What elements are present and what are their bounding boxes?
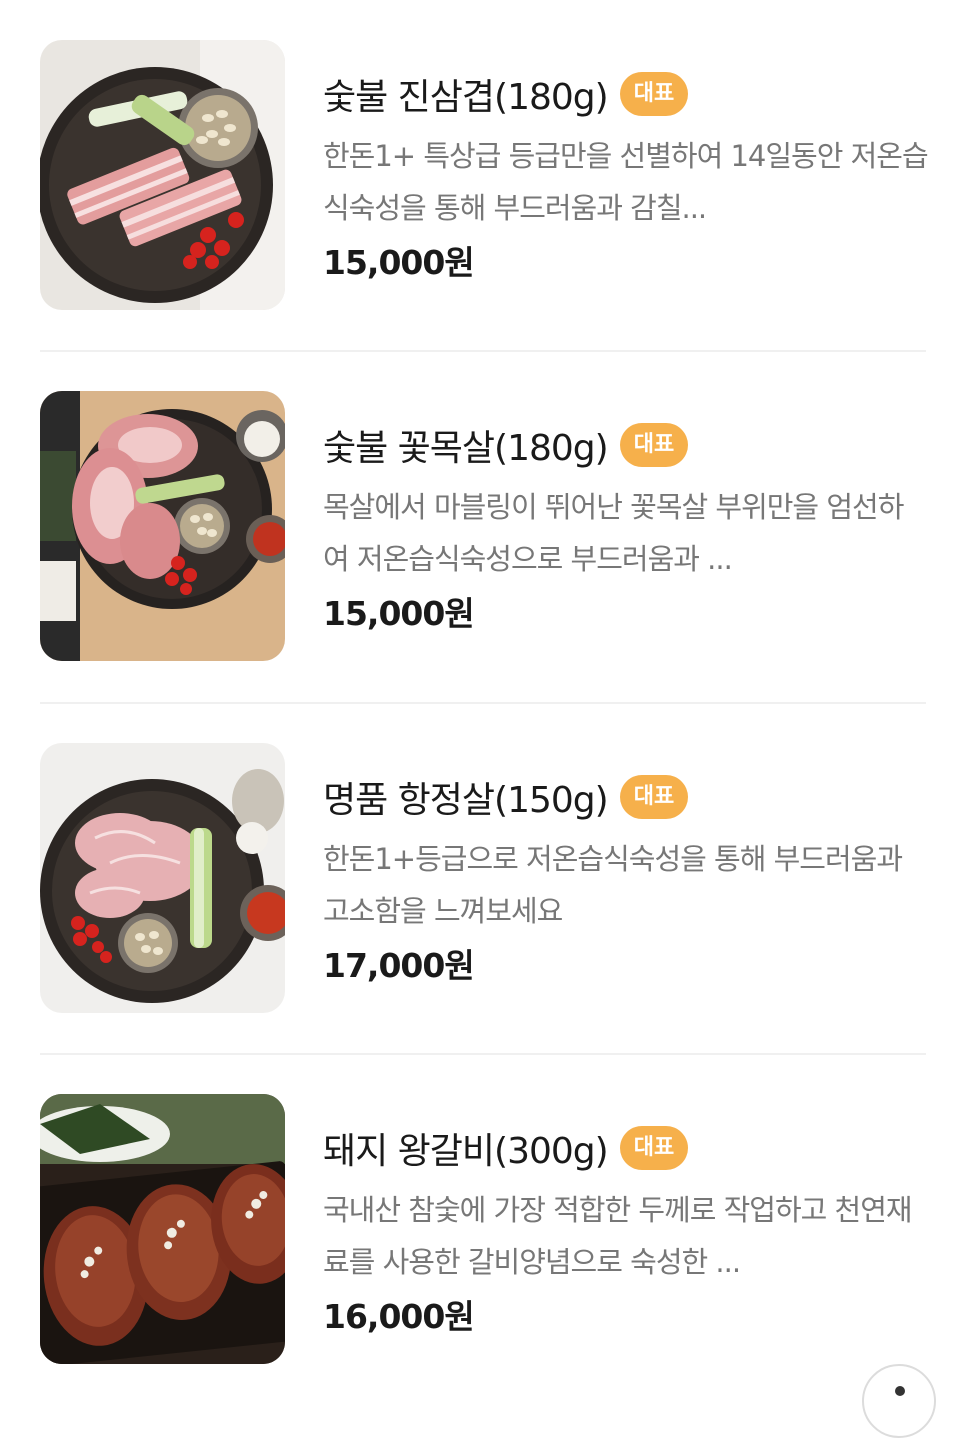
- marinated-pork-ribs-image: [40, 1094, 285, 1364]
- title-row: 숯불 꽃목살(180g) 대표: [323, 419, 928, 471]
- divider: [40, 350, 926, 352]
- button-icon: [895, 1386, 905, 1396]
- menu-price: 15,000원: [323, 243, 475, 282]
- signature-badge: 대표: [619, 775, 689, 819]
- title-row: 돼지 왕갈비(300g) 대표: [323, 1122, 928, 1174]
- menu-name: 숯불 꽃목살(180g): [323, 428, 609, 469]
- pork-neck-plate-image: [40, 391, 285, 661]
- menu-item[interactable]: 돼지 왕갈비(300g) 대표 국내산 참숯에 가장 적합한 두께로 작업하고 …: [40, 1094, 926, 1364]
- signature-badge: 대표: [619, 1126, 689, 1170]
- pork-jowl-plate-image: [40, 743, 285, 1013]
- title-row: 숯불 진삼겹(180g) 대표: [323, 68, 928, 120]
- menu-price: 17,000원: [323, 946, 475, 985]
- menu-info: 숯불 꽃목살(180g) 대표 목살에서 마블링이 뛰어난 꽃목살 부위만을 엄…: [323, 419, 928, 635]
- menu-price: 16,000원: [323, 1297, 475, 1336]
- signature-badge: 대표: [619, 423, 689, 467]
- menu-description: 목살에서 마블링이 뛰어난 꽃목살 부위만을 엄선하여 저온습식숙성으로 부드러…: [323, 490, 904, 576]
- pork-belly-plate-image: [40, 40, 285, 310]
- menu-info: 명품 항정살(150g) 대표 한돈1+등급으로 저온습식숙성을 통해 부드러움…: [323, 771, 928, 987]
- menu-name: 숯불 진삼겹(180g): [323, 77, 609, 118]
- floating-action-button[interactable]: [862, 1364, 936, 1438]
- title-row: 명품 항정살(150g) 대표: [323, 771, 928, 823]
- menu-description: 국내산 참숯에 가장 적합한 두께로 작업하고 천연재료를 사용한 갈비양념으로…: [323, 1193, 913, 1279]
- signature-badge: 대표: [619, 72, 689, 116]
- divider: [40, 1053, 926, 1055]
- menu-info: 숯불 진삼겹(180g) 대표 한돈1+ 특상급 등급만을 선별하여 14일동안…: [323, 68, 928, 284]
- menu-price: 15,000원: [323, 594, 475, 633]
- menu-info: 돼지 왕갈비(300g) 대표 국내산 참숯에 가장 적합한 두께로 작업하고 …: [323, 1122, 928, 1338]
- menu-item[interactable]: 숯불 꽃목살(180g) 대표 목살에서 마블링이 뛰어난 꽃목살 부위만을 엄…: [40, 391, 926, 661]
- menu-name: 돼지 왕갈비(300g): [323, 1131, 609, 1172]
- menu-item[interactable]: 명품 항정살(150g) 대표 한돈1+등급으로 저온습식숙성을 통해 부드러움…: [40, 743, 926, 1013]
- menu-description: 한돈1+ 특상급 등급만을 선별하여 14일동안 저온습식숙성을 통해 부드러움…: [323, 139, 928, 225]
- menu-item[interactable]: 숯불 진삼겹(180g) 대표 한돈1+ 특상급 등급만을 선별하여 14일동안…: [40, 40, 928, 310]
- divider: [40, 702, 926, 704]
- menu-description: 한돈1+등급으로 저온습식숙성을 통해 부드러움과 고소함을 느껴보세요: [323, 842, 903, 928]
- menu-name: 명품 항정살(150g): [323, 780, 609, 821]
